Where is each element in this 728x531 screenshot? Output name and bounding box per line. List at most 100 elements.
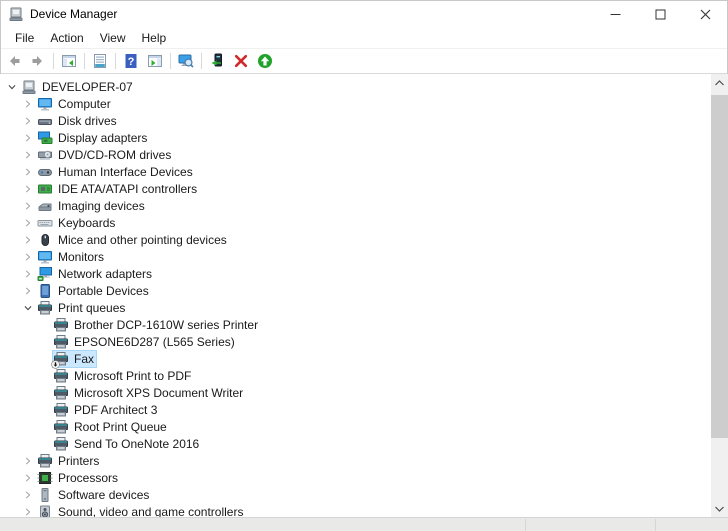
tree-item-content: Network adapters: [36, 265, 155, 283]
arrow-right-icon: [30, 53, 46, 69]
tree-item[interactable]: Display adapters: [0, 129, 711, 146]
chevron-right-icon[interactable]: [20, 283, 36, 299]
tree-item[interactable]: Fax: [0, 349, 711, 369]
tree-item-content: Sound, video and game controllers: [36, 503, 246, 517]
chevron-right-icon[interactable]: [20, 453, 36, 469]
tree-item-label: EPSONE6D287 (L565 Series): [74, 334, 235, 349]
close-button[interactable]: [683, 0, 728, 28]
tree-item-label: Human Interface Devices: [58, 164, 193, 179]
tree-item[interactable]: DEVELOPER-07: [0, 78, 711, 95]
maximize-button[interactable]: [638, 0, 683, 28]
tree-item-content: Monitors: [36, 248, 107, 266]
menu-file[interactable]: File: [8, 29, 41, 47]
tree-item[interactable]: Computer: [0, 95, 711, 112]
chevron-right-icon[interactable]: [20, 130, 36, 146]
tree-item[interactable]: EPSONE6D287 (L565 Series): [0, 333, 711, 350]
tree-item[interactable]: Microsoft XPS Document Writer: [0, 384, 711, 401]
tree-item[interactable]: Network adapters: [0, 265, 711, 282]
tree-item[interactable]: Sound, video and game controllers: [0, 503, 711, 517]
mouse-icon: [37, 232, 53, 248]
tree-item[interactable]: Printers: [0, 452, 711, 469]
scroll-up-icon[interactable]: [711, 74, 728, 91]
tree-item[interactable]: Keyboards: [0, 214, 711, 231]
chevron-right-icon[interactable]: [20, 487, 36, 503]
chevron-right-icon[interactable]: [20, 181, 36, 197]
chevron-right-icon[interactable]: [20, 470, 36, 486]
tree-item-label: Microsoft Print to PDF: [74, 368, 192, 383]
console-tree-icon: [61, 53, 77, 69]
tree-item[interactable]: Imaging devices: [0, 197, 711, 214]
tree-item[interactable]: Software devices: [0, 486, 711, 503]
chevron-right-icon[interactable]: [20, 266, 36, 282]
chevron-right-icon[interactable]: [20, 232, 36, 248]
tree-item-label: Network adapters: [58, 266, 153, 281]
tree-item[interactable]: Root Print Queue: [0, 418, 711, 435]
scan-for-hardware-changes-button[interactable]: [175, 50, 197, 72]
tree-item[interactable]: Mice and other pointing devices: [0, 231, 711, 248]
back-button[interactable]: [3, 50, 25, 72]
tree-item-selection: Fax: [51, 349, 98, 369]
tree-item-content: Disk drives: [36, 112, 120, 130]
chevron-right-icon[interactable]: [20, 215, 36, 231]
minimize-button[interactable]: [593, 0, 638, 28]
menu-view[interactable]: View: [93, 29, 133, 47]
show-hide-action-pane-button[interactable]: [144, 50, 166, 72]
tree-item-content: Keyboards: [36, 214, 118, 232]
uninstall-device-button[interactable]: [230, 50, 252, 72]
properties-button[interactable]: [89, 50, 111, 72]
scrollbar-thumb[interactable]: [711, 95, 728, 438]
toolbar-separator: [170, 53, 171, 69]
tree-item-label: Computer: [58, 96, 111, 111]
update-driver-button[interactable]: [206, 50, 228, 72]
tree-item-label: Brother DCP-1610W series Printer: [74, 317, 259, 332]
vertical-scrollbar[interactable]: [711, 74, 728, 517]
network-adapter-icon: [37, 266, 53, 282]
toolbar: ?: [0, 49, 728, 74]
toolbar-separator: [201, 53, 202, 69]
chevron-right-icon[interactable]: [20, 504, 36, 518]
forward-button[interactable]: [27, 50, 49, 72]
chevron-right-icon[interactable]: [20, 198, 36, 214]
chevron-right-icon[interactable]: [20, 147, 36, 163]
tree-item[interactable]: Human Interface Devices: [0, 163, 711, 180]
tree-item[interactable]: Portable Devices: [0, 282, 711, 299]
display-adapter-icon: [37, 130, 53, 146]
scroll-down-icon[interactable]: [711, 500, 728, 517]
tree-item-content: EPSONE6D287 (L565 Series): [52, 333, 238, 351]
chevron-right-icon[interactable]: [20, 96, 36, 112]
properties-icon: [92, 53, 108, 69]
menu-action[interactable]: Action: [43, 29, 90, 47]
show-hide-console-tree-button[interactable]: [58, 50, 80, 72]
chevron-right-icon[interactable]: [20, 164, 36, 180]
chevron-right-icon[interactable]: [20, 249, 36, 265]
tree-item-content: Display adapters: [36, 129, 150, 147]
menu-help[interactable]: Help: [135, 29, 174, 47]
tree-item-content: Brother DCP-1610W series Printer: [52, 316, 261, 334]
tree-item[interactable]: Disk drives: [0, 112, 711, 129]
tree-item-content: Portable Devices: [36, 282, 152, 300]
enable-device-button[interactable]: [254, 50, 276, 72]
help-button[interactable]: ?: [120, 50, 142, 72]
tree-item[interactable]: Send To OneNote 2016: [0, 435, 711, 452]
tree-item[interactable]: Print queues: [0, 299, 711, 316]
tree-item-label: Send To OneNote 2016: [74, 436, 200, 451]
tree-item[interactable]: Processors: [0, 469, 711, 486]
chevron-down-icon[interactable]: [20, 300, 36, 316]
tree-item[interactable]: Monitors: [0, 248, 711, 265]
tree-item[interactable]: DVD/CD-ROM drives: [0, 146, 711, 163]
chevron-right-icon[interactable]: [20, 113, 36, 129]
tree-item[interactable]: Microsoft Print to PDF: [0, 367, 711, 384]
tree-item[interactable]: IDE ATA/ATAPI controllers: [0, 180, 711, 197]
processor-icon: [37, 470, 53, 486]
tree-item[interactable]: PDF Architect 3: [0, 401, 711, 418]
chevron-down-icon[interactable]: [4, 79, 20, 95]
uninstall-icon: [233, 53, 249, 69]
tree-item-content: Microsoft Print to PDF: [52, 367, 194, 385]
tree-item[interactable]: Brother DCP-1610W series Printer: [0, 316, 711, 333]
